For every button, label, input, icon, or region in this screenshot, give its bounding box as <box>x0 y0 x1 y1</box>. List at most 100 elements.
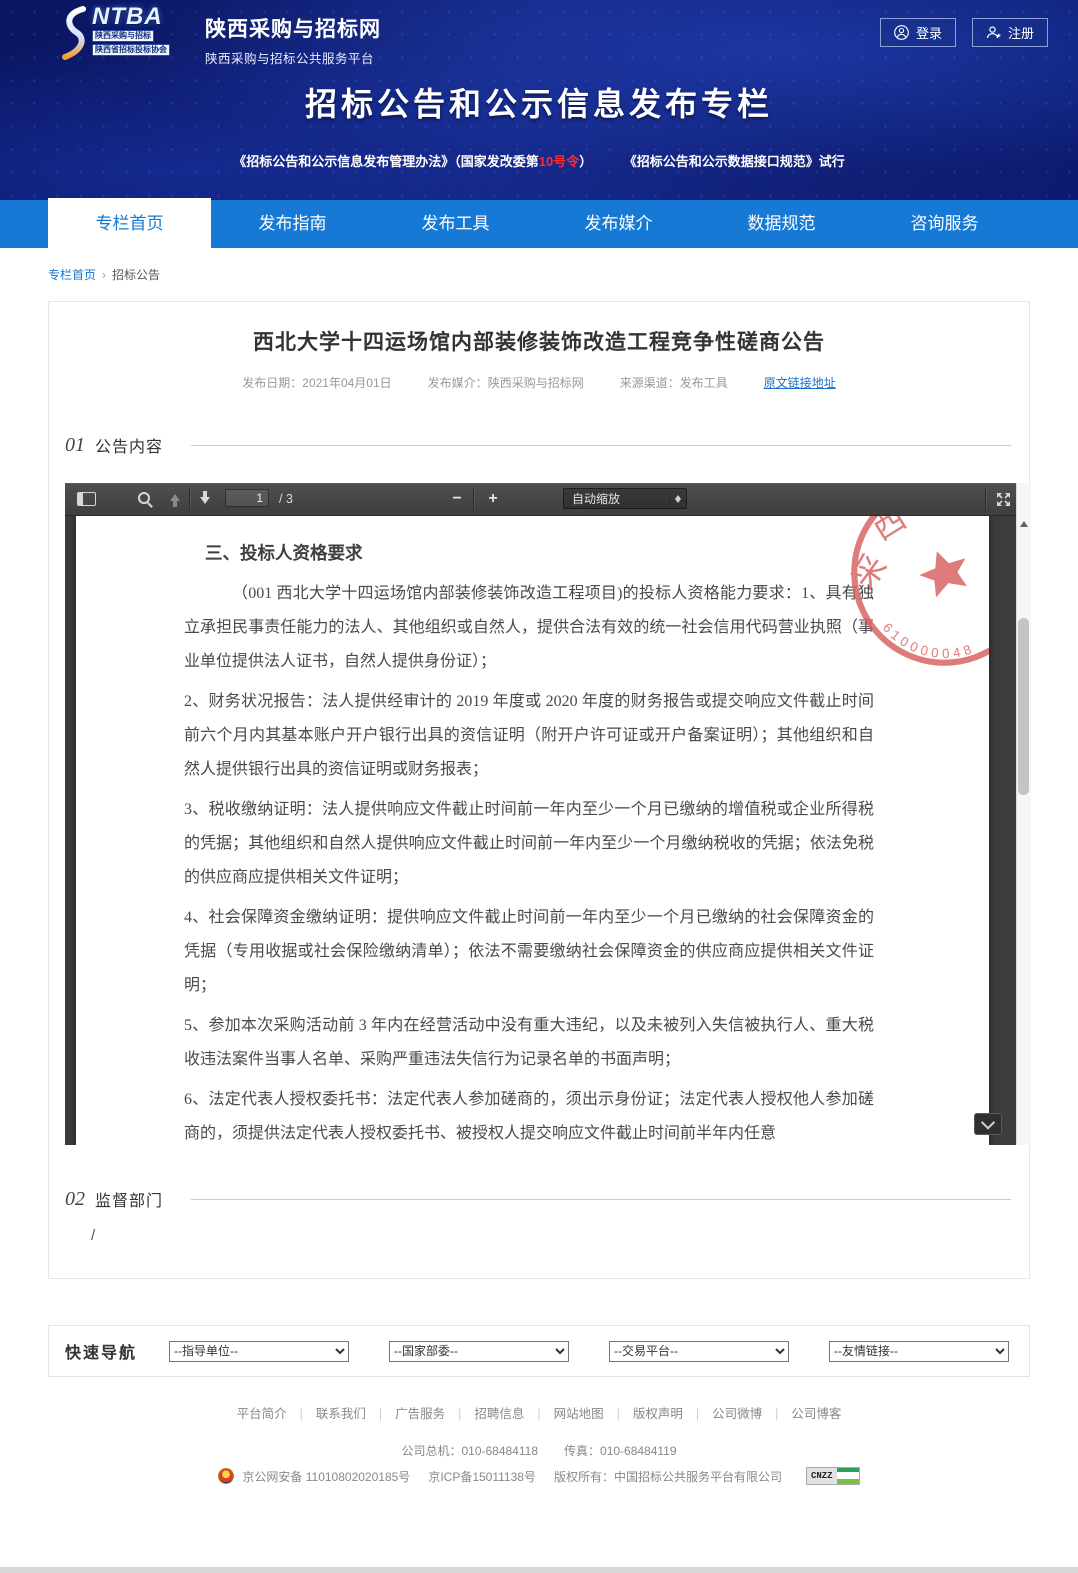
breadcrumb-current: 招标公告 <box>112 268 160 282</box>
sidebar-toggle-button[interactable] <box>71 483 101 515</box>
footer-contact: 公司总机：010-68484118 传真：010-68484119 <box>0 1442 1078 1459</box>
login-label: 登录 <box>916 23 942 42</box>
footer-link[interactable]: 广告服务 <box>395 1407 445 1421</box>
quick-nav-select-trading-platforms[interactable]: --交易平台-- <box>609 1341 789 1362</box>
pdf-page: 西 采 610000048 三、投标人资格要求 （001 西北大学十四运场馆内部… <box>76 516 989 1145</box>
scroll-down-button[interactable] <box>974 1113 1002 1135</box>
banner-notice: 《招标公告和公示信息发布管理办法》（国家发改委第10号令） 《招标公告和公示数据接… <box>0 151 1078 170</box>
supervision-dept-value: / <box>91 1227 1029 1244</box>
nav-tab-consult-service[interactable]: 咨询服务 <box>863 200 1026 248</box>
phone-label: 公司总机： <box>401 1444 461 1458</box>
site-name: 陕西采购与招标网 <box>205 13 381 43</box>
footer-link[interactable]: 公司微博 <box>712 1407 762 1421</box>
doc-paragraph: （001 西北大学十四运场馆内部装修装饰改造工程项目)的投标人资格能力要求：1、… <box>184 577 874 679</box>
section-02-number: 02 <box>65 1188 85 1211</box>
section-01-number: 01 <box>65 434 85 457</box>
sidebar-toggle-icon <box>77 492 96 506</box>
zoom-level-label: 自动缩放 <box>572 490 620 507</box>
copyright-text: 版权所有：中国招标公共服务平台有限公司 <box>554 1468 782 1485</box>
quick-nav-box: 快速导航 --指导单位-- --国家部委-- --交易平台-- --友情链接-- <box>48 1325 1030 1377</box>
doc-paragraph: 3、税收缴纳证明：法人提供响应文件截止时间前一年内至少一个月已缴纳的增值税或企业… <box>184 793 874 895</box>
nav-tab-home[interactable]: 专栏首页 <box>48 198 211 256</box>
meta-publish-date: 发布日期：2021年04月01日 <box>242 374 391 391</box>
user-icon <box>894 25 909 40</box>
footer-link[interactable]: 网站地图 <box>554 1407 604 1421</box>
original-link[interactable]: 原文链接地址 <box>764 374 836 391</box>
page-up-button[interactable] <box>161 483 189 515</box>
scrollbar-up-arrow-icon[interactable] <box>1020 521 1028 527</box>
footer-link[interactable]: 平台简介 <box>237 1407 287 1421</box>
section-01-title: 公告内容 <box>95 433 163 457</box>
doc-paragraph: 6、法定代表人授权委托书：法定代表人参加磋商的，须出示身份证；法定代表人授权他人… <box>184 1083 874 1145</box>
footer-link[interactable]: 公司博客 <box>791 1407 841 1421</box>
logo-swoosh-icon <box>56 6 90 60</box>
plus-icon: + <box>488 483 497 515</box>
toolbar-separator <box>985 488 986 510</box>
pdf-toolbar: / 3 − + 自动缩放 <box>65 483 1016 516</box>
beian-gongan-link[interactable]: 京公网安备 11010802020185号 <box>242 1468 410 1485</box>
logo-subtext-1: 陕西采购与招标 <box>92 30 154 42</box>
meta-publish-media: 发布媒介：陕西采购与招标网 <box>428 374 584 391</box>
footer-links: 平台简介|联系我们|广告服务|招聘信息|网站地图|版权声明|公司微博|公司博客 <box>0 1403 1078 1422</box>
zoom-in-button[interactable]: + <box>479 483 507 515</box>
arrow-down-icon <box>200 497 210 509</box>
beian-icp-link[interactable]: 京ICP备15011138号 <box>428 1468 536 1485</box>
banner-title: 招标公告和公示信息发布专栏 <box>0 79 1078 125</box>
login-button[interactable]: 登录 <box>880 18 956 47</box>
site-header: NTBA 陕西采购与招标 陕西省招标投标协会 陕西采购与招标网 陕西采购与招标公… <box>0 0 1078 200</box>
find-button[interactable] <box>131 483 159 515</box>
quick-nav-select-guide-units[interactable]: --指导单位-- <box>169 1341 349 1362</box>
register-label: 注册 <box>1008 23 1034 42</box>
fullscreen-button[interactable] <box>989 483 1017 515</box>
section-01-heading: 01 公告内容 <box>65 433 1029 457</box>
cnzz-flag-icon <box>837 1468 859 1484</box>
footer: 平台简介|联系我们|广告服务|招聘信息|网站地图|版权声明|公司微博|公司博客 … <box>0 1403 1078 1485</box>
site-title-block: 陕西采购与招标网 陕西采购与招标公共服务平台 <box>205 13 381 67</box>
register-button[interactable]: 注册 <box>972 18 1048 47</box>
fax-label: 传真： <box>564 1444 600 1458</box>
footer-link[interactable]: 联系我们 <box>316 1407 366 1421</box>
cnzz-badge[interactable]: CNZZ <box>806 1467 860 1485</box>
fax-value: 010-68484119 <box>600 1444 677 1458</box>
zoom-level-select[interactable]: 自动缩放 <box>563 488 687 509</box>
site-logo[interactable]: NTBA 陕西采购与招标 陕西省招标投标协会 <box>56 6 170 60</box>
police-badge-icon <box>218 1468 234 1484</box>
scrollbar-thumb[interactable] <box>1018 618 1029 795</box>
notice-left: 《招标公告和公示信息发布管理办法》（国家发改委第 <box>233 154 539 169</box>
phone-value: 010-68484118 <box>461 1444 538 1458</box>
page-number-input[interactable] <box>225 489 269 507</box>
user-plus-icon <box>986 25 1001 40</box>
article-title: 西北大学十四运场馆内部装修装饰改造工程竞争性磋商公告 <box>89 326 989 356</box>
nav-tab-publish-guide[interactable]: 发布指南 <box>211 200 374 248</box>
breadcrumb-home-link[interactable]: 专栏首页 <box>48 268 96 282</box>
notice-left-close: ） <box>579 154 592 169</box>
svg-text:610000048: 610000048 <box>878 596 978 675</box>
footer-link[interactable]: 版权声明 <box>633 1407 683 1421</box>
quick-nav-select-ministries[interactable]: --国家部委-- <box>389 1341 569 1362</box>
toolbar-separator <box>473 488 474 510</box>
section-rule <box>191 1199 1011 1200</box>
pdf-viewer: / 3 − + 自动缩放 <box>65 483 1031 1145</box>
footer-link[interactable]: 招聘信息 <box>474 1407 524 1421</box>
arrow-up-icon <box>170 489 180 501</box>
breadcrumb: 专栏首页 › 招标公告 <box>48 266 1078 283</box>
nav-tab-publish-media[interactable]: 发布媒介 <box>537 200 700 248</box>
notice-right: 《招标公告和公示数据接口规范》试行 <box>630 154 845 169</box>
auth-buttons: 登录 注册 <box>864 18 1048 47</box>
footer-legal: 京公网安备 11010802020185号 京ICP备15011138号 版权所… <box>0 1467 1078 1485</box>
doc-body: （001 西北大学十四运场馆内部装修装饰改造工程项目)的投标人资格能力要求：1、… <box>184 577 874 1145</box>
nav-tab-publish-tool[interactable]: 发布工具 <box>374 200 537 248</box>
notice-red-text: 10号令 <box>539 154 579 169</box>
article-card: 西北大学十四运场馆内部装修装饰改造工程竞争性磋商公告 发布日期：2021年04月… <box>48 301 1030 1279</box>
nav-tab-data-standard[interactable]: 数据规范 <box>700 200 863 248</box>
breadcrumb-separator: › <box>102 268 106 282</box>
article-meta: 发布日期：2021年04月01日 发布媒介：陕西采购与招标网 来源渠道：发布工具… <box>49 374 1029 391</box>
pdf-scrollbar[interactable] <box>1016 483 1031 1145</box>
doc-paragraph: 2、财务状况报告：法人提供经审计的 2019 年度或 2020 年度的财务报告或… <box>184 685 874 787</box>
zoom-out-button[interactable]: − <box>443 483 471 515</box>
section-02-heading: 02 监督部门 <box>65 1187 1029 1211</box>
pdf-content-area[interactable]: 西 采 610000048 三、投标人资格要求 （001 西北大学十四运场馆内部… <box>65 516 1016 1145</box>
page-down-button[interactable] <box>191 483 219 515</box>
quick-nav-select-friend-links[interactable]: --友情链接-- <box>829 1341 1009 1362</box>
search-icon <box>138 492 150 504</box>
